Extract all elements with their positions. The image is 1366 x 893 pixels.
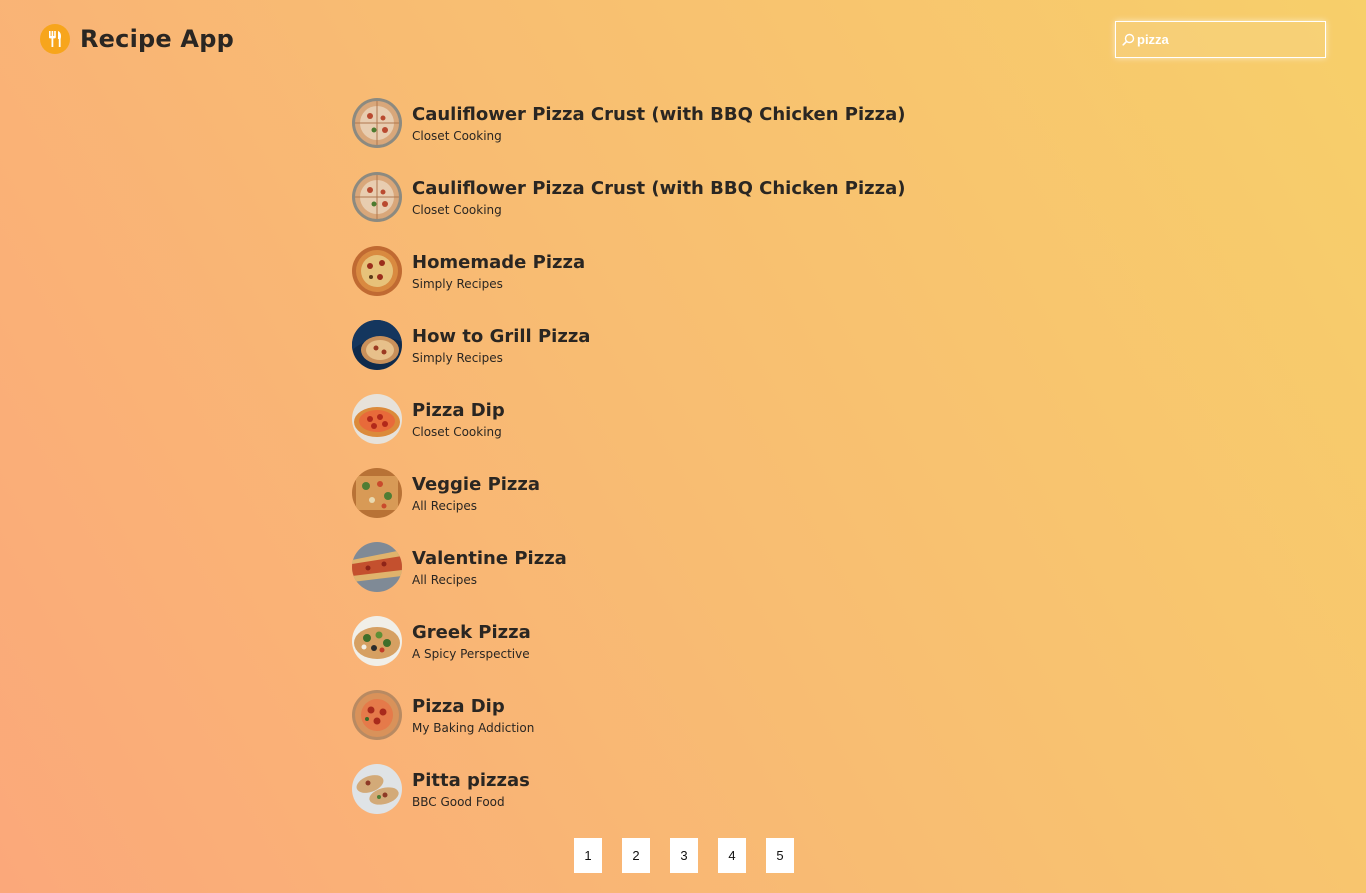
recipe-result-item[interactable]: Veggie Pizza All Recipes [352, 468, 952, 542]
app-title: Recipe App [80, 25, 234, 53]
recipe-thumbnail [352, 764, 402, 814]
recipe-results-list: Cauliflower Pizza Crust (with BBQ Chicke… [352, 98, 952, 838]
recipe-thumbnail [352, 172, 402, 222]
pagination: 1 2 3 4 5 [574, 838, 814, 873]
recipe-title: Veggie Pizza [412, 474, 541, 495]
recipe-publisher: All Recipes [412, 573, 478, 587]
recipe-thumbnail [352, 616, 402, 666]
recipe-thumbnail [352, 690, 402, 740]
recipe-title: Pizza Dip [412, 400, 505, 421]
recipe-title: Greek Pizza [412, 622, 531, 643]
recipe-thumbnail [352, 394, 402, 444]
recipe-publisher: Closet Cooking [412, 129, 502, 143]
recipe-title: Cauliflower Pizza Crust (with BBQ Chicke… [412, 178, 906, 199]
recipe-publisher: BBC Good Food [412, 795, 505, 809]
recipe-result-item[interactable]: How to Grill Pizza Simply Recipes [352, 320, 952, 394]
recipe-title: Pizza Dip [412, 696, 505, 717]
recipe-result-item[interactable]: Homemade Pizza Simply Recipes [352, 246, 952, 320]
recipe-result-item[interactable]: Cauliflower Pizza Crust (with BBQ Chicke… [352, 172, 952, 246]
recipe-thumbnail [352, 320, 402, 370]
search-input[interactable] [1137, 32, 1317, 47]
recipe-publisher: Closet Cooking [412, 203, 502, 217]
recipe-title: Cauliflower Pizza Crust (with BBQ Chicke… [412, 104, 906, 125]
fork-knife-icon [40, 24, 70, 54]
app-logo[interactable]: Recipe App [40, 24, 234, 54]
recipe-publisher: A Spicy Perspective [412, 647, 530, 661]
page-button-4[interactable]: 4 [718, 838, 746, 873]
recipe-title: How to Grill Pizza [412, 326, 591, 347]
recipe-result-item[interactable]: Pizza Dip Closet Cooking [352, 394, 952, 468]
page-button-2[interactable]: 2 [622, 838, 650, 873]
recipe-thumbnail [352, 468, 402, 518]
recipe-publisher: My Baking Addiction [412, 721, 535, 735]
recipe-result-item[interactable]: Pizza Dip My Baking Addiction [352, 690, 952, 764]
recipe-result-item[interactable]: Cauliflower Pizza Crust (with BBQ Chicke… [352, 98, 952, 172]
recipe-publisher: Simply Recipes [412, 351, 503, 365]
recipe-result-item[interactable]: Valentine Pizza All Recipes [352, 542, 952, 616]
recipe-publisher: All Recipes [412, 499, 478, 513]
recipe-result-item[interactable]: Greek Pizza A Spicy Perspective [352, 616, 952, 690]
recipe-thumbnail [352, 98, 402, 148]
recipe-publisher: Closet Cooking [412, 425, 502, 439]
recipe-title: Homemade Pizza [412, 252, 586, 273]
recipe-title: Pitta pizzas [412, 770, 530, 791]
recipe-publisher: Simply Recipes [412, 277, 503, 291]
recipe-result-item[interactable]: Pitta pizzas BBC Good Food [352, 764, 952, 838]
app-header: Recipe App [0, 0, 1366, 80]
search-icon [1122, 33, 1136, 47]
page-button-5[interactable]: 5 [766, 838, 794, 873]
page-button-1[interactable]: 1 [574, 838, 602, 873]
recipe-thumbnail [352, 246, 402, 296]
recipe-title: Valentine Pizza [412, 548, 567, 569]
search-box[interactable] [1115, 21, 1326, 58]
recipe-thumbnail [352, 542, 402, 592]
page-button-3[interactable]: 3 [670, 838, 698, 873]
